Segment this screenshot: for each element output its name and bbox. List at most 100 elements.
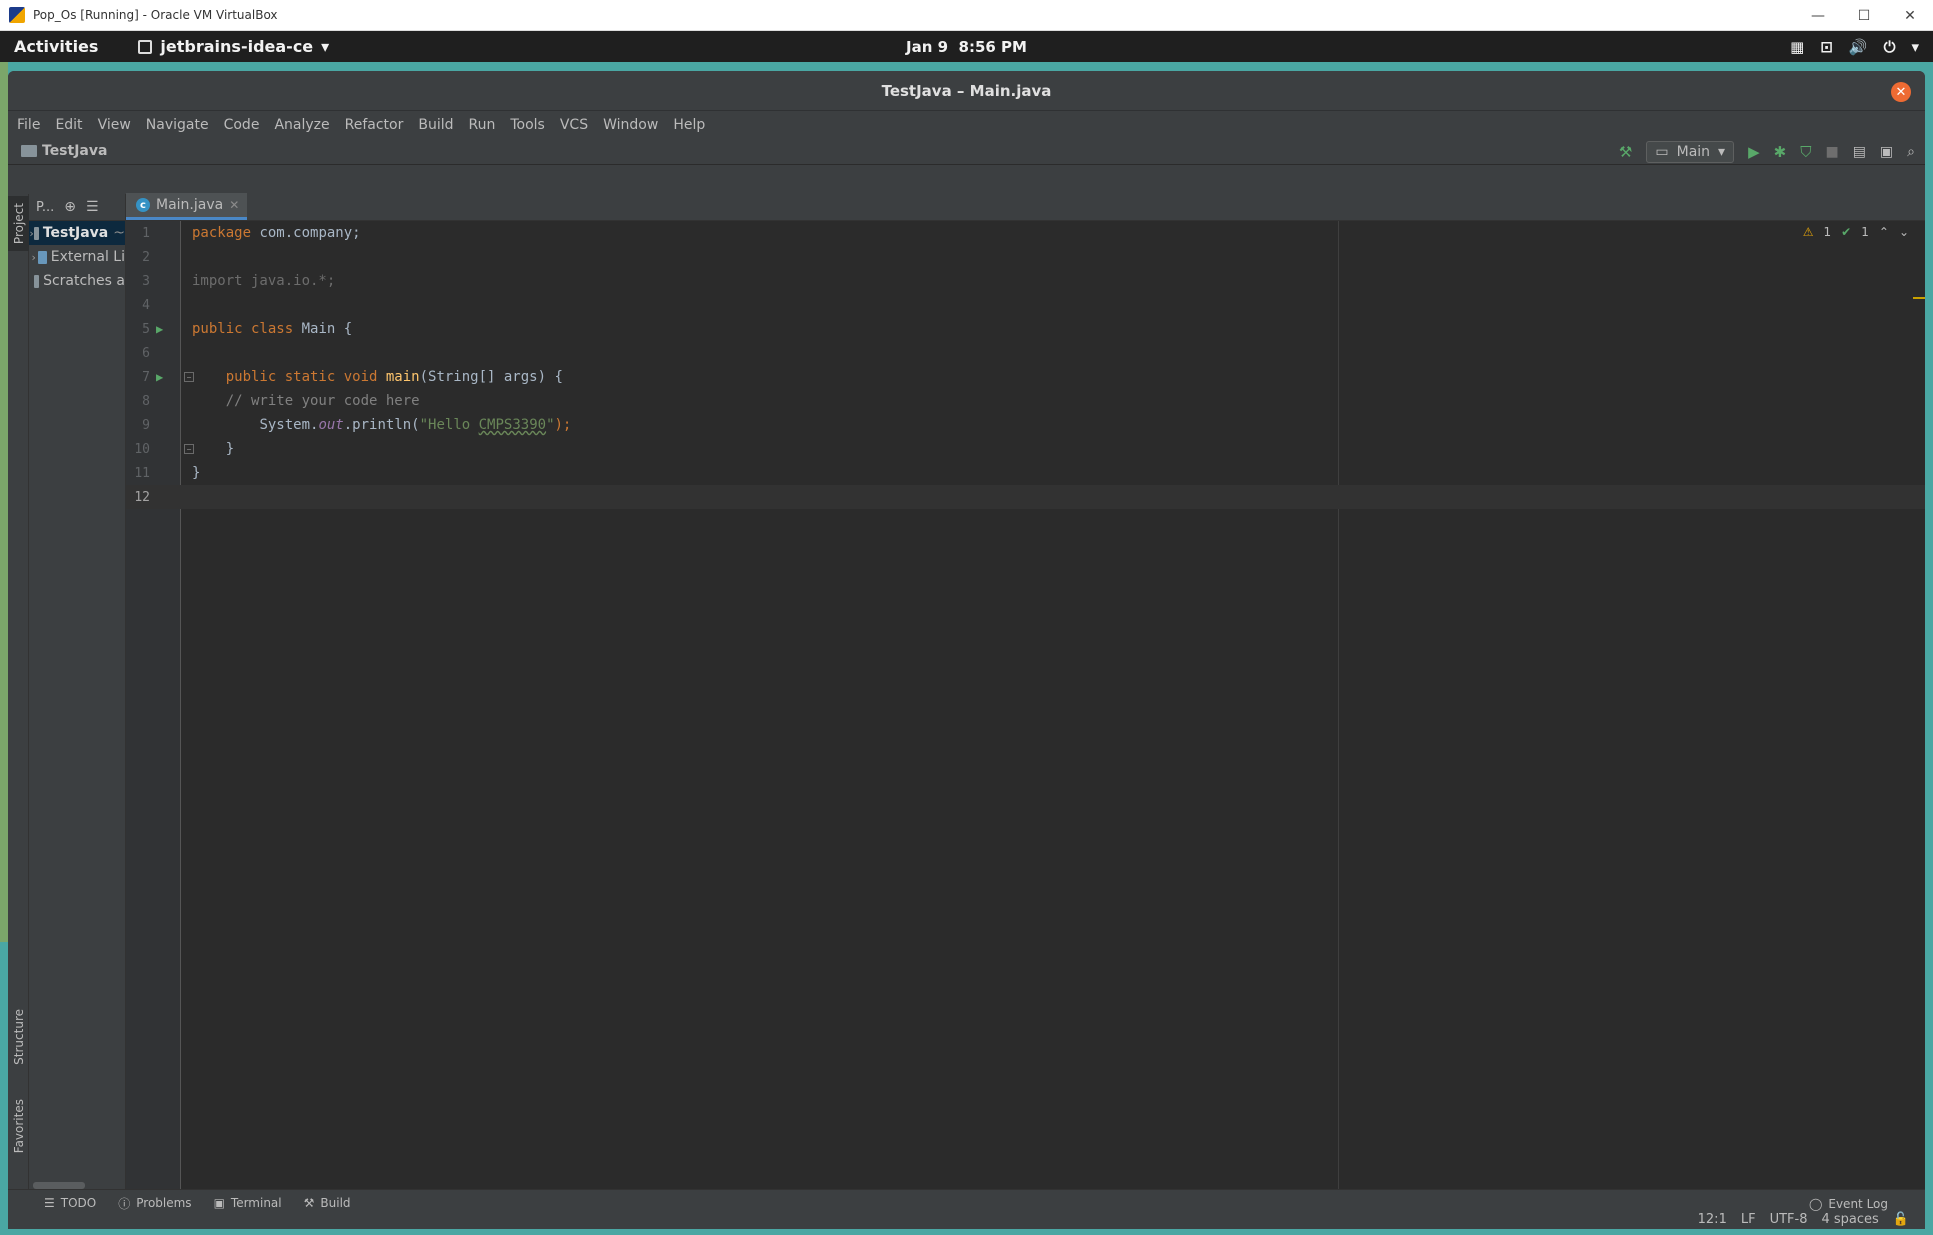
menu-window[interactable]: Window [603, 117, 658, 133]
run-icon[interactable]: ▶ [1748, 143, 1760, 161]
app-menu-label: jetbrains-idea-ce [160, 37, 314, 56]
menu-run[interactable]: Run [469, 117, 496, 133]
tree-item[interactable]: Scratches a [29, 269, 125, 293]
string-literal: " [546, 417, 555, 433]
menu-tools[interactable]: Tools [510, 117, 545, 133]
search-icon[interactable]: ⌕ [1907, 144, 1915, 160]
menu-vcs[interactable]: VCS [560, 117, 588, 133]
indent-setting[interactable]: 4 spaces [1821, 1212, 1878, 1227]
tab-structure[interactable]: Structure [8, 1002, 29, 1072]
menu-help[interactable]: Help [673, 117, 705, 133]
menu-code[interactable]: Code [224, 117, 260, 133]
debug-icon[interactable]: ✱ [1774, 143, 1787, 161]
code-line[interactable]: 1 package com.company; [126, 221, 1925, 245]
code-line[interactable]: 8 // write your code here [126, 389, 1925, 413]
code-text: } [192, 465, 201, 481]
close-button[interactable]: ✕ [1887, 0, 1933, 31]
project-view-select[interactable]: P... [36, 200, 54, 215]
run-config-select[interactable]: ▭ Main ▾ [1646, 140, 1735, 163]
tab-main-java[interactable]: c Main.java ✕ [126, 193, 248, 220]
chevron-down-icon[interactable]: ▾ [1911, 38, 1919, 56]
unused-import: import java.io.*; [192, 273, 336, 289]
menu-file[interactable]: File [17, 117, 40, 133]
project-structure-icon[interactable]: ▤ [1853, 144, 1866, 160]
run-gutter-icon[interactable]: ▶ [156, 322, 163, 336]
network-icon[interactable]: ⊡ [1820, 38, 1833, 56]
volume-icon[interactable]: 🔊 [1849, 38, 1868, 56]
tree-item[interactable]: › TestJava ~ [29, 221, 125, 245]
tab-structure-label: Structure [11, 1009, 26, 1065]
code-line[interactable]: 3 import java.io.*; [126, 269, 1925, 293]
menu-build[interactable]: Build [418, 117, 453, 133]
coverage-icon[interactable]: ⛉ [1800, 143, 1811, 161]
code-line[interactable]: 7 ▶ − public static void main(String[] a… [126, 365, 1925, 389]
workspace-icon[interactable]: ▦ [1790, 38, 1804, 56]
code-line[interactable]: 9 System.out.println("Hello CMPS3390"); [126, 413, 1925, 437]
code-editor[interactable]: 1 package com.company; 2 3 import java.i… [126, 221, 1925, 1189]
caret-position[interactable]: 12:1 [1698, 1212, 1727, 1227]
line-number: 12 [134, 489, 150, 505]
code-line[interactable]: 6 [126, 341, 1925, 365]
breadcrumb[interactable]: TestJava [42, 143, 107, 159]
run-gutter-icon[interactable]: ▶ [156, 370, 163, 384]
code-line-current[interactable]: 12 [126, 485, 1925, 509]
terminal-button[interactable]: ▣ Terminal [214, 1196, 282, 1210]
comment: // write your code here [192, 393, 420, 409]
bottom-tool-bar: ☰ TODO ⓘ Problems ▣ Terminal ⚒ Build ◯ Event … [8, 1189, 1925, 1216]
close-tab-icon[interactable]: ✕ [229, 198, 239, 212]
code-line[interactable]: 5 ▶ public class Main { [126, 317, 1925, 341]
presentation-icon[interactable]: ▣ [1880, 144, 1893, 160]
horizontal-scrollbar[interactable] [33, 1182, 85, 1189]
tree-item[interactable]: › External Li [29, 245, 126, 269]
navigation-bar: TestJava ⚒ ▭ Main ▾ ▶ ✱ ⛉ ■ ▤ ▣ ⌕ [8, 138, 1925, 165]
chevron-right-icon[interactable]: › [29, 251, 38, 264]
system-tray: ▦ ⊡ 🔊 ⏻ ▾ [1790, 31, 1919, 62]
maximize-button[interactable]: ☐ [1841, 0, 1887, 31]
build-hammer-icon[interactable]: ⚒ [1619, 143, 1632, 161]
stop-icon[interactable]: ■ [1825, 144, 1838, 160]
chevron-up-icon[interactable]: ⌃ [1879, 225, 1889, 239]
chevron-down-icon: ▾ [321, 37, 330, 56]
problems-button[interactable]: ⓘ Problems [118, 1195, 191, 1212]
collapse-all-icon[interactable]: ☰ [86, 199, 99, 215]
power-icon[interactable]: ⏻ [1884, 38, 1896, 56]
java-class-icon: c [136, 198, 150, 212]
code-line[interactable]: 2 [126, 245, 1925, 269]
clock-button[interactable]: Jan 9 8:56 PM [906, 38, 1027, 56]
static-field: out [318, 417, 344, 433]
editor-tabbar: c Main.java ✕ [126, 193, 1925, 221]
todo-button[interactable]: ☰ TODO [44, 1196, 96, 1210]
code-text: .println( [343, 417, 420, 433]
inspection-widget[interactable]: ⚠ 1 ✔ 1 ⌃ ⌄ [1803, 225, 1909, 239]
minimize-button[interactable]: — [1795, 0, 1841, 31]
code-text: public static void main(String[] args) { [192, 369, 563, 385]
tab-project[interactable]: Project [8, 196, 29, 251]
line-separator[interactable]: LF [1741, 1212, 1756, 1227]
menu-edit[interactable]: Edit [55, 117, 82, 133]
virtualbox-icon [9, 7, 25, 23]
hammer-icon: ⚒ [303, 1196, 315, 1210]
left-tool-strip: Project Structure Favorites [8, 194, 29, 1189]
lock-icon[interactable]: 🔓 [1893, 1212, 1909, 1227]
activities-button[interactable]: Activities [14, 37, 98, 56]
close-icon[interactable]: ✕ [1891, 82, 1911, 102]
locate-icon[interactable]: ⊕ [64, 199, 76, 215]
warning-marker[interactable] [1913, 297, 1925, 299]
code-line[interactable]: 4 [126, 293, 1925, 317]
menu-navigate[interactable]: Navigate [146, 117, 209, 133]
code-line[interactable]: 10 − } [126, 437, 1925, 461]
chevron-down-icon[interactable]: ⌄ [1899, 225, 1909, 239]
tab-favorites[interactable]: Favorites [8, 1089, 29, 1164]
menu-view[interactable]: View [98, 117, 131, 133]
code-line[interactable]: 11 } [126, 461, 1925, 485]
run-config-icon: ▭ [1655, 143, 1669, 160]
code-text: public class Main { [192, 321, 352, 337]
app-menu[interactable]: jetbrains-idea-ce ▾ [138, 37, 329, 56]
tab-label: Main.java [156, 197, 224, 213]
file-encoding[interactable]: UTF-8 [1770, 1212, 1808, 1227]
menu-analyze[interactable]: Analyze [274, 117, 329, 133]
ide-main: Project Structure Favorites P... ⊕ ☰ › Te… [8, 193, 1925, 1229]
menu-refactor[interactable]: Refactor [345, 117, 404, 133]
ok-count: 1 [1861, 225, 1869, 239]
build-button[interactable]: ⚒ Build [304, 1196, 351, 1210]
